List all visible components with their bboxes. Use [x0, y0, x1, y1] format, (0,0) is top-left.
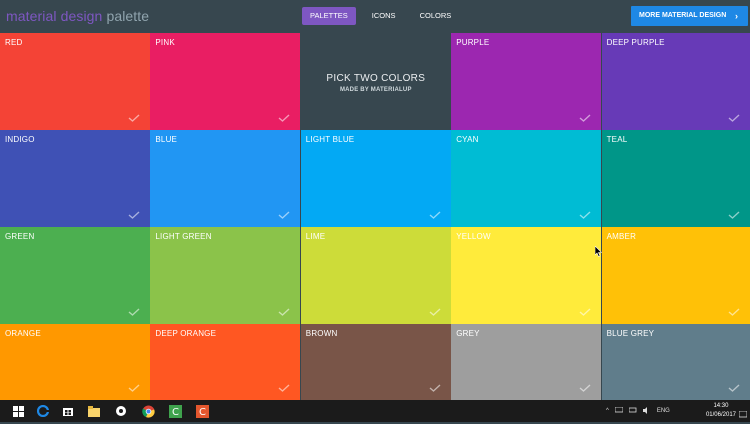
- mouse-cursor-icon: [594, 244, 603, 262]
- check-icon[interactable]: [579, 211, 591, 219]
- chevron-right-icon: ›: [735, 11, 738, 21]
- color-tile-label: GREEN: [5, 232, 35, 241]
- color-tile-label: RED: [5, 38, 23, 47]
- check-icon[interactable]: [728, 384, 740, 392]
- check-icon[interactable]: [128, 211, 140, 219]
- network-icon[interactable]: [614, 406, 624, 415]
- brand-title-part2: palette: [106, 8, 150, 24]
- more-material-design-button[interactable]: MORE MATERIAL DESIGN ›: [631, 6, 748, 26]
- check-icon[interactable]: [728, 308, 740, 316]
- palette-grid: RED PINK PICK TWO COLORS MADE BY MATERIALUP…: [0, 33, 750, 400]
- check-icon[interactable]: [128, 384, 140, 392]
- intro-subtitle: MADE BY MATERIALUP: [339, 87, 412, 93]
- edge-browser-icon[interactable]: [35, 403, 51, 419]
- color-tile-blue-grey[interactable]: BLUE GREY: [601, 324, 750, 400]
- color-tile-label: LIGHT GREEN: [155, 232, 212, 241]
- color-tile-label: LIGHT BLUE: [305, 135, 355, 144]
- chevron-up-icon[interactable]: ^: [606, 408, 609, 414]
- color-tile-yellow[interactable]: YELLOW: [451, 227, 602, 324]
- color-tile-amber[interactable]: AMBER: [601, 227, 750, 324]
- system-tray: ^ ENG: [606, 400, 670, 422]
- clock-date: 01/06/2017: [705, 412, 736, 418]
- main-nav: PALETTES ICONS COLORS: [302, 7, 467, 25]
- color-tile-label: BLUE: [155, 135, 178, 144]
- color-tile-label: INDIGO: [5, 135, 35, 144]
- color-tile-label: LIME: [305, 232, 326, 241]
- check-icon[interactable]: [579, 308, 591, 316]
- color-tile-lime[interactable]: LIME: [300, 227, 451, 324]
- color-tile-label: PINK: [155, 38, 175, 47]
- taskbar-clock[interactable]: 14:30 01/06/2017: [706, 402, 736, 420]
- check-icon[interactable]: [728, 114, 740, 122]
- check-icon[interactable]: [278, 308, 290, 316]
- nav-colors[interactable]: COLORS: [412, 7, 460, 25]
- check-icon[interactable]: [429, 308, 441, 316]
- intro-panel: PICK TWO COLORS MADE BY MATERIALUP: [300, 33, 451, 130]
- color-tile-label: AMBER: [606, 232, 637, 241]
- color-tile-blue[interactable]: BLUE: [150, 130, 301, 227]
- color-tile-label: DEEP PURPLE: [606, 38, 665, 47]
- top-app-bar: material design palette PALETTES ICONS C…: [0, 0, 750, 33]
- color-tile-deep-orange[interactable]: DEEP ORANGE: [150, 324, 301, 400]
- color-tile-label: TEAL: [606, 135, 628, 144]
- file-explorer-icon[interactable]: [86, 403, 102, 419]
- check-icon[interactable]: [429, 211, 441, 219]
- color-tile-label: DEEP ORANGE: [155, 329, 217, 338]
- color-tile-label: ORANGE: [5, 329, 41, 338]
- windows-taskbar: C C ^ ENG 14:30 01/06/2017: [0, 400, 750, 422]
- color-tile-green[interactable]: GREEN: [0, 227, 150, 324]
- color-tile-teal[interactable]: TEAL: [601, 130, 750, 227]
- color-tile-label: CYAN: [456, 135, 479, 144]
- notifications-icon[interactable]: [738, 406, 748, 424]
- color-tile-deep-purple[interactable]: DEEP PURPLE: [601, 33, 750, 130]
- windows-start-icon[interactable]: [10, 403, 26, 419]
- check-icon[interactable]: [579, 384, 591, 392]
- color-tile-orange[interactable]: ORANGE: [0, 324, 150, 400]
- store-icon[interactable]: [60, 403, 76, 419]
- check-icon[interactable]: [579, 114, 591, 122]
- color-tile-grey[interactable]: GREY: [451, 324, 602, 400]
- clock-time: 14:30: [713, 403, 729, 409]
- language-indicator[interactable]: ENG: [657, 408, 670, 414]
- color-tile-pink[interactable]: PINK: [150, 33, 301, 130]
- check-icon[interactable]: [278, 384, 290, 392]
- color-tile-label: BROWN: [305, 329, 338, 338]
- color-tile-light-green[interactable]: LIGHT GREEN: [150, 227, 301, 324]
- app-brand[interactable]: material design palette: [6, 8, 149, 24]
- chrome-icon[interactable]: [140, 403, 156, 419]
- color-tile-indigo[interactable]: INDIGO: [0, 130, 150, 227]
- more-material-design-label: MORE MATERIAL DESIGN: [639, 12, 727, 19]
- svg-text:C: C: [199, 407, 206, 418]
- svg-text:C: C: [172, 407, 179, 418]
- color-tile-label: BLUE GREY: [606, 329, 655, 338]
- nav-icons[interactable]: ICONS: [364, 7, 404, 25]
- check-icon[interactable]: [728, 211, 740, 219]
- color-tile-label: YELLOW: [456, 232, 491, 241]
- check-icon[interactable]: [278, 211, 290, 219]
- settings-icon[interactable]: [113, 403, 129, 419]
- check-icon[interactable]: [429, 384, 441, 392]
- color-tile-cyan[interactable]: CYAN: [451, 130, 602, 227]
- volume-icon[interactable]: [642, 406, 651, 416]
- color-tile-label: GREY: [456, 329, 480, 338]
- brand-title-part1: material design: [6, 8, 103, 24]
- nav-palettes[interactable]: PALETTES: [302, 7, 356, 25]
- camtasia-recorder-icon[interactable]: C: [194, 403, 210, 419]
- camtasia-icon[interactable]: C: [167, 403, 183, 419]
- check-icon[interactable]: [278, 114, 290, 122]
- color-tile-brown[interactable]: BROWN: [300, 324, 451, 400]
- color-tile-label: PURPLE: [456, 38, 490, 47]
- battery-icon[interactable]: [628, 407, 637, 415]
- intro-title: PICK TWO COLORS: [326, 73, 426, 84]
- color-tile-light-blue[interactable]: LIGHT BLUE: [300, 130, 451, 227]
- color-tile-red[interactable]: RED: [0, 33, 150, 130]
- check-icon[interactable]: [128, 114, 140, 122]
- color-tile-purple[interactable]: PURPLE: [451, 33, 602, 130]
- check-icon[interactable]: [128, 308, 140, 316]
